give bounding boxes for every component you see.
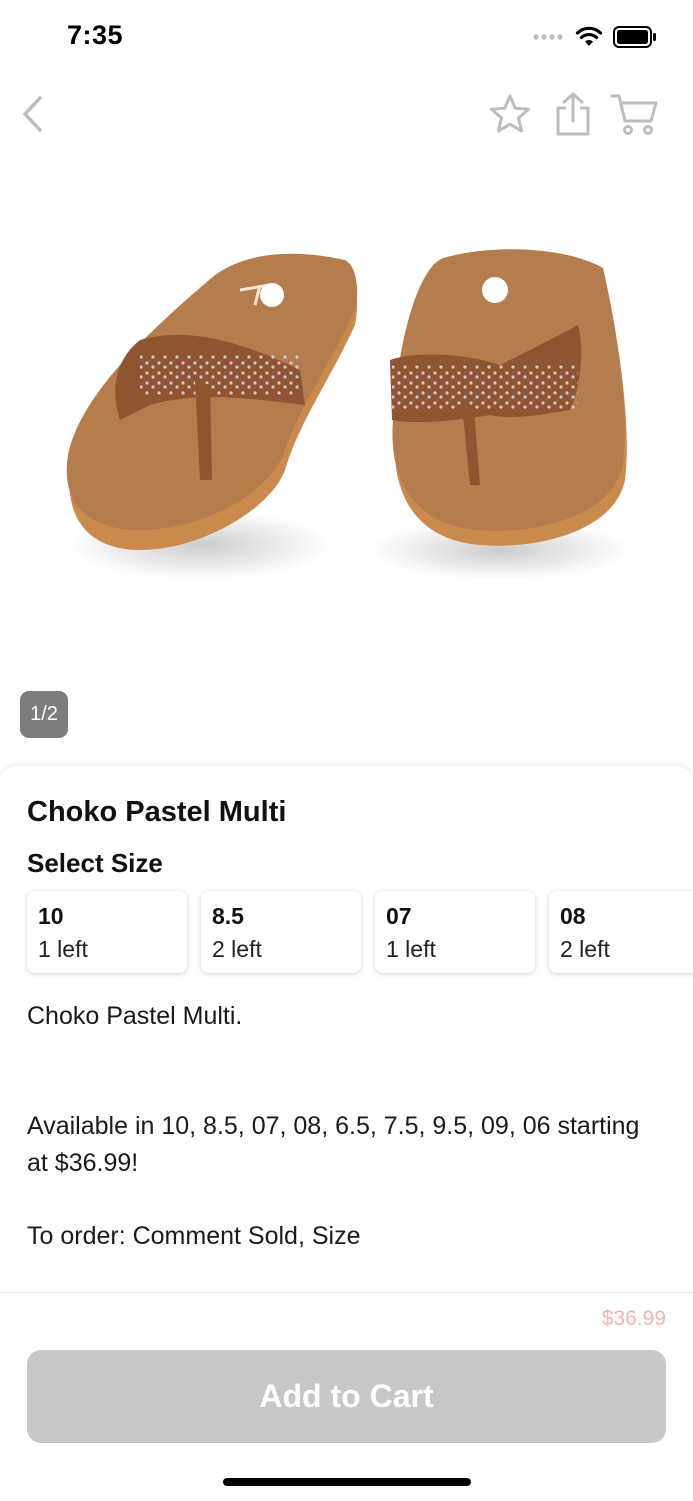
size-value: 07	[386, 903, 412, 929]
size-option-10[interactable]: 10 1 left	[27, 891, 187, 973]
description-line: Choko Pastel Multi.	[27, 1002, 243, 1030]
status-icons	[533, 26, 657, 48]
back-button[interactable]	[8, 90, 58, 138]
size-value: 8.5	[212, 903, 244, 929]
favorite-button[interactable]	[485, 90, 535, 138]
size-stock: 1 left	[386, 936, 436, 962]
chevron-left-icon	[23, 96, 42, 132]
description-spacer	[27, 1035, 647, 1108]
status-time: 7:35	[67, 20, 124, 50]
wifi-icon	[575, 26, 603, 46]
cart-icon	[610, 94, 658, 135]
add-to-cart-button[interactable]: Add to Cart	[27, 1350, 666, 1443]
product-details-sheet: Choko Pastel Multi Select Size 10 1 left…	[0, 766, 693, 1292]
left-sandal	[66, 253, 358, 580]
size-value: 08	[560, 903, 586, 929]
size-stock: 1 left	[38, 936, 88, 962]
price-label: $36.99	[601, 1307, 666, 1330]
battery-icon	[613, 26, 656, 48]
share-button[interactable]	[548, 90, 598, 138]
size-stock: 2 left	[212, 936, 262, 962]
cart-button[interactable]	[610, 90, 660, 138]
product-title: Choko Pastel Multi	[27, 796, 287, 828]
select-size-heading: Select Size	[27, 848, 163, 878]
description-line: To order: Comment Sold, Size	[27, 1222, 361, 1250]
home-indicator[interactable]	[223, 1478, 471, 1486]
cellular-signal-icon	[533, 34, 563, 40]
size-option-07[interactable]: 07 1 left	[375, 891, 535, 973]
right-sandal	[370, 249, 630, 580]
share-icon	[556, 92, 590, 136]
size-option-08[interactable]: 08 2 left	[549, 891, 693, 973]
size-option-8-5[interactable]: 8.5 2 left	[201, 891, 361, 973]
description-line: Available in 10, 8.5, 07, 08, 6.5, 7.5, …	[27, 1112, 640, 1177]
description-spacer	[27, 1182, 647, 1218]
footer: $36.99 Add to Cart	[0, 1292, 693, 1501]
product-description: Choko Pastel Multi. Available in 10, 8.5…	[27, 998, 647, 1255]
size-value: 10	[38, 903, 64, 929]
size-stock: 2 left	[560, 936, 610, 962]
size-options: 10 1 left 8.5 2 left 07 1 left 08 2 left	[27, 891, 693, 973]
nav-bar	[0, 80, 693, 144]
star-icon	[490, 94, 530, 133]
product-image[interactable]	[0, 150, 693, 750]
status-bar: 7:35	[0, 0, 693, 76]
page-indicator: 1/2	[20, 691, 68, 738]
sandals-image	[66, 249, 630, 580]
